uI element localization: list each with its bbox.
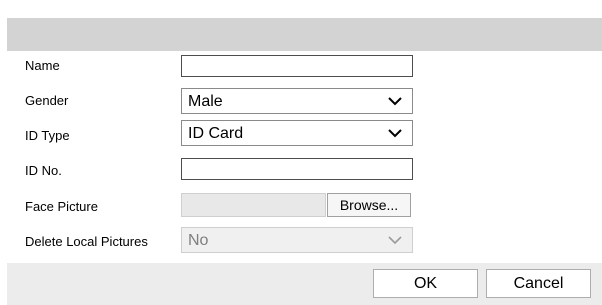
face-picture-path-field[interactable] — [181, 193, 326, 217]
chevron-down-icon — [388, 236, 402, 245]
face-picture-label: Face Picture — [25, 199, 98, 214]
id-type-select[interactable]: ID Card — [181, 120, 413, 146]
id-type-select-value: ID Card — [188, 125, 244, 142]
cancel-button[interactable]: Cancel — [486, 269, 591, 298]
id-type-label: ID Type — [25, 128, 70, 143]
gender-select-value: Male — [188, 93, 223, 110]
delete-local-pictures-label: Delete Local Pictures — [25, 234, 148, 249]
name-label: Name — [25, 58, 60, 73]
delete-local-pictures-select[interactable]: No — [181, 227, 413, 253]
dialog-footer: OK Cancel — [7, 263, 602, 305]
dialog-title-bar — [7, 18, 602, 51]
chevron-down-icon — [388, 129, 402, 138]
name-input[interactable] — [181, 55, 413, 77]
person-dialog: Name Gender Male ID Type ID Card ID No. … — [7, 18, 602, 305]
id-no-label: ID No. — [25, 163, 62, 178]
id-no-input[interactable] — [181, 158, 413, 180]
ok-button[interactable]: OK — [373, 269, 478, 298]
chevron-down-icon — [388, 97, 402, 106]
delete-local-pictures-value: No — [188, 232, 209, 249]
gender-select[interactable]: Male — [181, 88, 413, 114]
gender-label: Gender — [25, 93, 69, 108]
browse-button[interactable]: Browse... — [327, 193, 411, 217]
